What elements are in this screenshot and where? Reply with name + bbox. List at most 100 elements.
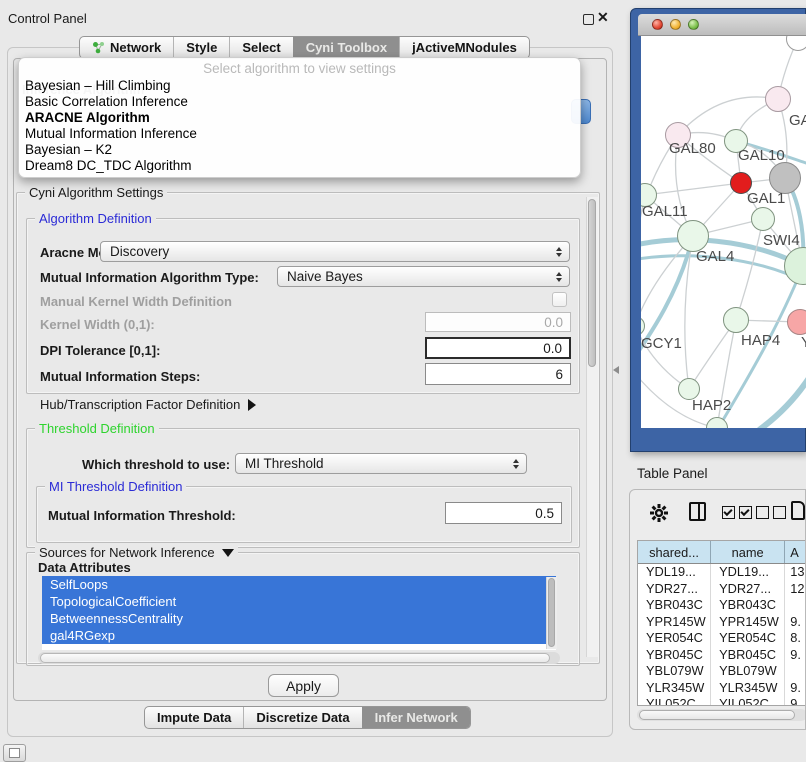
attribute-list-item[interactable]: TopologicalCoefficient — [42, 593, 556, 610]
table-cell: YDL19... — [711, 564, 785, 581]
table-cell: YBL079W — [638, 663, 711, 680]
table-cell: YLR345W — [638, 680, 711, 697]
network-icon — [92, 41, 105, 54]
dropdown-item[interactable]: Mutual Information Inference — [19, 126, 580, 142]
network-canvas[interactable]: GAL GAL80 GAL10 GAL1 GAL11 GAL4 SWI4 GCY… — [641, 36, 806, 428]
group-title: Algorithm Definition — [35, 211, 156, 226]
sources-group-title[interactable]: Sources for Network Inference — [35, 545, 238, 560]
deselect-all-columns-icon[interactable] — [756, 506, 790, 524]
tab-label: jActiveMNodules — [412, 40, 517, 55]
table-row[interactable]: YBR045CYBR045C9. — [638, 647, 806, 664]
network-node[interactable] — [765, 86, 791, 112]
control-panel: Control Panel ✕ Network Style Select Cyn… — [0, 0, 620, 762]
tab-infer-network[interactable]: Infer Network — [362, 707, 470, 728]
group-title: MI Threshold Definition — [45, 479, 186, 494]
network-node[interactable] — [787, 309, 806, 335]
table-cell: 13 — [785, 564, 806, 581]
mi-steps-field[interactable]: 6 — [425, 363, 571, 385]
close-button[interactable] — [652, 19, 663, 30]
network-node-label: GAL1 — [747, 190, 785, 207]
new-table-icon[interactable] — [791, 501, 805, 520]
table-cell: YBR043C — [638, 597, 711, 614]
table-row[interactable]: YDR27...YDR27...12 — [638, 581, 806, 598]
dpi-tolerance-label: DPI Tolerance [0,1]: — [40, 343, 160, 358]
network-node-label: Y — [801, 334, 806, 351]
tab-cyni-toolbox[interactable]: Cyni Toolbox — [293, 37, 399, 58]
which-threshold-combo[interactable]: MI Threshold — [235, 453, 527, 474]
close-panel-icon[interactable]: ✕ — [597, 9, 609, 26]
table-hscrollbar[interactable] — [637, 709, 806, 721]
dropdown-item[interactable]: ARACNE Algorithm — [19, 110, 580, 126]
table-cell: YDR27... — [638, 581, 711, 598]
network-node[interactable] — [723, 307, 749, 333]
tab-discretize-data[interactable]: Discretize Data — [243, 707, 361, 728]
hub-definition-expander[interactable]: Hub/Transcription Factor Definition — [40, 397, 256, 412]
tab-label: Cyni Toolbox — [306, 40, 387, 55]
network-window-titlebar[interactable] — [638, 14, 806, 36]
which-threshold-label: Which threshold to use: — [82, 457, 230, 472]
mi-algorithm-type-combo[interactable]: Naive Bayes — [277, 266, 570, 287]
dropdown-item[interactable]: Dream8 DC_TDC Algorithm — [19, 158, 580, 174]
tab-network[interactable]: Network — [80, 37, 173, 58]
apply-button[interactable]: Apply — [268, 674, 339, 697]
settings-scrollbar-thumb[interactable] — [588, 199, 596, 367]
tab-jactivemnodules[interactable]: jActiveMNodules — [399, 37, 529, 58]
attribute-list-item[interactable]: SelfLoops — [42, 576, 556, 593]
tab-style[interactable]: Style — [173, 37, 229, 58]
network-node-label: HAP4 — [741, 332, 780, 349]
attributes-hscrollbar-thumb[interactable] — [40, 653, 550, 663]
manual-kernel-width-checkbox[interactable] — [552, 292, 567, 307]
table-panel-title: Table Panel — [637, 466, 708, 481]
table-cell — [785, 663, 806, 680]
column-header[interactable]: shared... — [638, 541, 711, 563]
table-row[interactable]: YBR043CYBR043C — [638, 597, 806, 614]
attributes-list-scrollbar-thumb[interactable] — [548, 578, 555, 647]
column-header[interactable]: A — [785, 541, 806, 563]
kernel-width-field[interactable]: 0.0 — [425, 312, 571, 332]
splitter-collapse-arrow[interactable] — [613, 366, 619, 374]
table-row[interactable]: YPR145WYPR145W9. — [638, 614, 806, 631]
table-row[interactable]: YBL079WYBL079W — [638, 663, 806, 680]
table-cell: 9 — [785, 696, 806, 706]
select-all-columns-icon[interactable] — [722, 506, 756, 524]
column-header[interactable]: name — [711, 541, 785, 563]
settings-scrollbar[interactable] — [586, 197, 598, 657]
split-columns-icon[interactable] — [689, 502, 706, 521]
attribute-list-item[interactable]: BetweennessCentrality — [42, 610, 556, 627]
minimized-panel-icon[interactable] — [3, 744, 26, 762]
table-cell: 9. — [785, 614, 806, 631]
data-attributes-list[interactable]: SelfLoopsTopologicalCoefficientBetweenne… — [42, 576, 556, 650]
tab-impute-data[interactable]: Impute Data — [145, 707, 243, 728]
table-hscrollbar-thumb[interactable] — [639, 710, 795, 720]
network-window: GAL GAL80 GAL10 GAL1 GAL11 GAL4 SWI4 GCY… — [630, 8, 806, 452]
table-row[interactable]: YER054CYER054C8. — [638, 630, 806, 647]
table-row[interactable]: YIL052CYIL052C9 — [638, 696, 806, 706]
gear-icon[interactable] — [649, 503, 669, 528]
dropdown-placeholder: Select algorithm to view settings — [19, 60, 580, 78]
combo-arrows-icon — [556, 272, 562, 282]
group-title: Cyni Algorithm Settings — [25, 185, 167, 200]
table-cell: 12 — [785, 581, 806, 598]
dpi-tolerance-field[interactable]: 0.0 — [425, 337, 571, 359]
table-row[interactable]: YLR345WYLR345W9. — [638, 680, 806, 697]
table-cell: YDL19... — [638, 564, 711, 581]
tab-select[interactable]: Select — [229, 37, 292, 58]
network-node[interactable] — [751, 207, 775, 231]
minimize-button[interactable] — [670, 19, 681, 30]
dropdown-item[interactable]: Bayesian – Hill Climbing — [19, 78, 580, 94]
zoom-button[interactable] — [688, 19, 699, 30]
network-node-label: SWI4 — [763, 232, 800, 249]
dropdown-item[interactable]: Bayesian – K2 — [19, 142, 580, 158]
attributes-hscrollbar[interactable] — [38, 652, 560, 664]
dropdown-item[interactable]: Basic Correlation Inference — [19, 94, 580, 110]
combo-value: Naive Bayes — [287, 269, 363, 284]
attributes-list-scrollbar[interactable] — [546, 577, 557, 649]
control-panel-title: Control Panel — [8, 11, 87, 26]
table-row[interactable]: YDL19...YDL19...13 — [638, 564, 806, 581]
aracne-mode-combo[interactable]: Discovery — [100, 241, 570, 262]
attribute-list-item[interactable]: gal4RGexp — [42, 627, 556, 644]
mi-threshold-label: Mutual Information Threshold: — [48, 508, 236, 523]
table-cell: YLR345W — [711, 680, 785, 697]
float-window-icon[interactable] — [583, 14, 594, 25]
mi-threshold-field[interactable]: 0.5 — [445, 502, 562, 524]
